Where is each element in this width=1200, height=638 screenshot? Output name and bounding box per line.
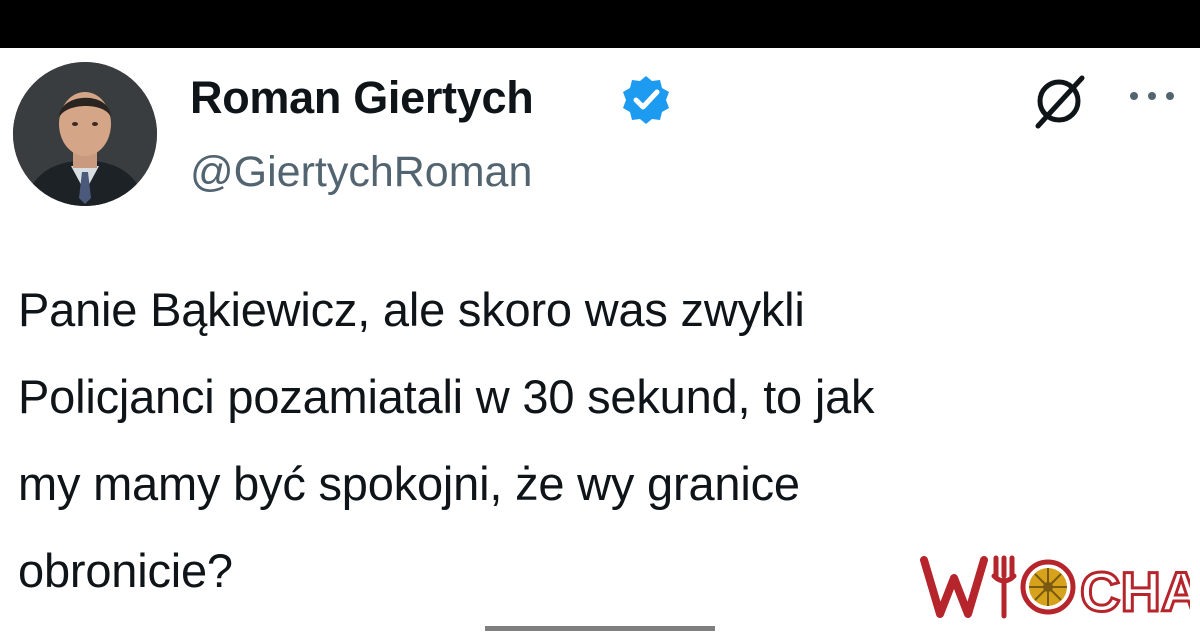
wiocha-watermark-logo: CHA (920, 548, 1190, 624)
top-black-bar (0, 0, 1200, 48)
tweet-text-line: Policjanci pozamiatali w 30 sekund, to j… (18, 370, 875, 423)
grok-icon[interactable] (1030, 72, 1088, 130)
cropped-footer-text (485, 620, 715, 631)
author-handle[interactable]: @GiertychRoman (190, 146, 532, 198)
more-options-icon[interactable] (1124, 84, 1184, 108)
tweet-text-line: Panie Bąkiewicz, ale skoro was zwykli (18, 283, 805, 336)
author-display-name[interactable]: Roman Giertych (190, 72, 534, 124)
avatar[interactable] (13, 62, 157, 206)
verified-badge-icon (620, 74, 672, 126)
tweet-text-line: my mamy być spokojni, że wy granice (18, 457, 800, 510)
svg-text:CHA: CHA (1080, 560, 1190, 623)
